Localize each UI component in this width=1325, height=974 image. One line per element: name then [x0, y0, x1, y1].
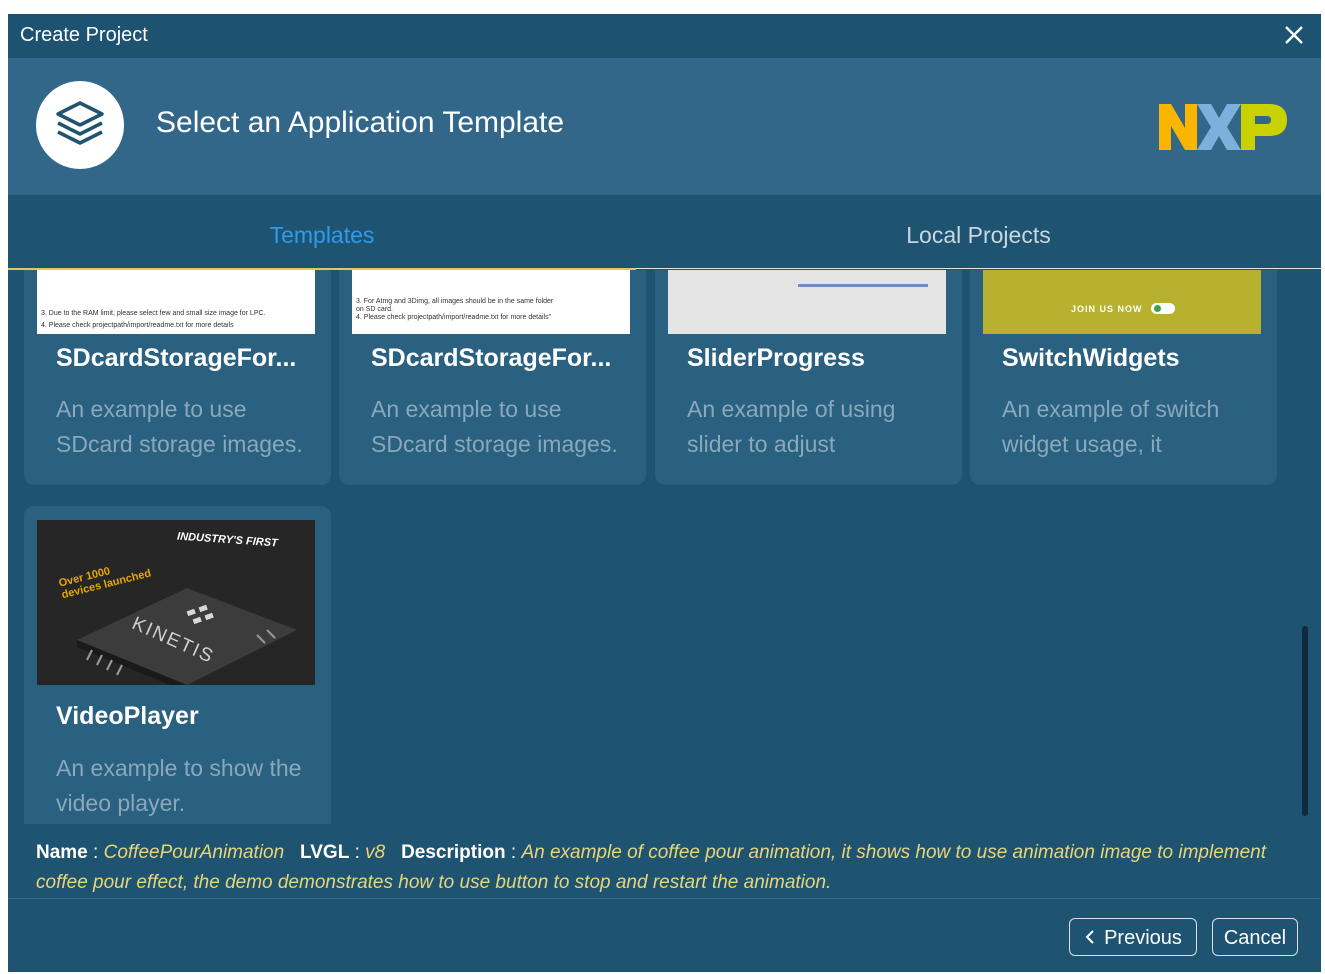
template-thumbnail: INDUSTRY'S FIRST Over 1000 devices launc…: [37, 520, 315, 685]
tab-templates[interactable]: Templates: [8, 195, 636, 270]
template-grid: 3. Due to the RAM limit, please select f…: [8, 270, 1321, 824]
thumbnail-text: 3. Due to the RAM limit, please select f…: [41, 310, 266, 317]
page-title: Select an Application Template: [156, 106, 565, 139]
slider-track: [798, 284, 928, 287]
dialog-header: Select an Application Template: [8, 58, 1321, 195]
footer-divider: [8, 898, 1321, 899]
template-thumbnail: JOIN US NOW: [983, 270, 1261, 334]
template-name: SDcardStorageFor...: [56, 344, 297, 372]
close-icon[interactable]: [1281, 22, 1307, 48]
create-project-dialog: Create Project Select an Application Tem…: [8, 14, 1321, 972]
template-card[interactable]: 3. For Atmg and 3Dimg, all images should…: [339, 270, 646, 485]
lvgl-label: LVGL: [300, 842, 350, 863]
template-name: VideoPlayer: [56, 702, 199, 730]
name-value: CoffeePourAnimation: [103, 842, 285, 863]
previous-button[interactable]: Previous: [1069, 918, 1197, 956]
template-description: An example to use SDcard storage images.: [56, 396, 303, 457]
thumbnail-text: 4. Please check projectpath/import/readm…: [41, 322, 234, 329]
tab-bar: Templates Local Projects: [8, 195, 1321, 270]
thumbnail-text: JOIN US NOW: [1071, 304, 1143, 314]
template-info: Name : CoffeePourAnimation LVGL : v8 Des…: [36, 842, 1267, 893]
thumbnail-text: 4. Please check projectpath/import/readm…: [356, 314, 552, 321]
lvgl-value: v8: [365, 842, 386, 863]
layers-icon: [36, 81, 124, 169]
vertical-scrollbar[interactable]: [1302, 306, 1308, 818]
template-name: SwitchWidgets: [1002, 344, 1180, 372]
template-description: An example to use SDcard storage images.: [371, 396, 618, 457]
template-name: SDcardStorageFor...: [371, 344, 612, 372]
template-card[interactable]: JOIN US NOW SwitchWidgets An example of …: [970, 270, 1277, 485]
window-title: Create Project: [20, 24, 148, 46]
toggle-switch-icon: [1151, 303, 1175, 314]
thumbnail-text: 3. For Atmg and 3Dimg, all images should…: [356, 298, 554, 305]
title-bar: Create Project: [8, 14, 1321, 58]
template-thumbnail: [668, 270, 946, 334]
template-card[interactable]: SliderProgress An example of using slide…: [655, 270, 962, 485]
description-label: Description: [401, 842, 506, 863]
template-card[interactable]: 3. Due to the RAM limit, please select f…: [24, 270, 331, 485]
scrollbar-thumb[interactable]: [1302, 626, 1308, 816]
template-description: An example of switch widget usage, it: [1002, 396, 1220, 457]
cancel-button[interactable]: Cancel: [1212, 918, 1298, 956]
template-card[interactable]: INDUSTRY'S FIRST Over 1000 devices launc…: [24, 506, 331, 824]
chevron-left-icon: [1085, 930, 1094, 944]
template-thumbnail: 3. Due to the RAM limit, please select f…: [37, 270, 315, 334]
template-thumbnail: 3. For Atmg and 3Dimg, all images should…: [352, 270, 630, 334]
template-description: An example of using slider to adjust: [687, 396, 896, 457]
template-description: An example to show the video player.: [56, 755, 302, 816]
thumbnail-text: on SD card.: [356, 306, 393, 313]
previous-button-label: Previous: [1104, 927, 1182, 949]
nxp-logo: [1157, 102, 1289, 157]
name-label: Name: [36, 842, 88, 863]
tab-local-projects[interactable]: Local Projects: [636, 195, 1321, 269]
template-name: SliderProgress: [687, 344, 865, 372]
